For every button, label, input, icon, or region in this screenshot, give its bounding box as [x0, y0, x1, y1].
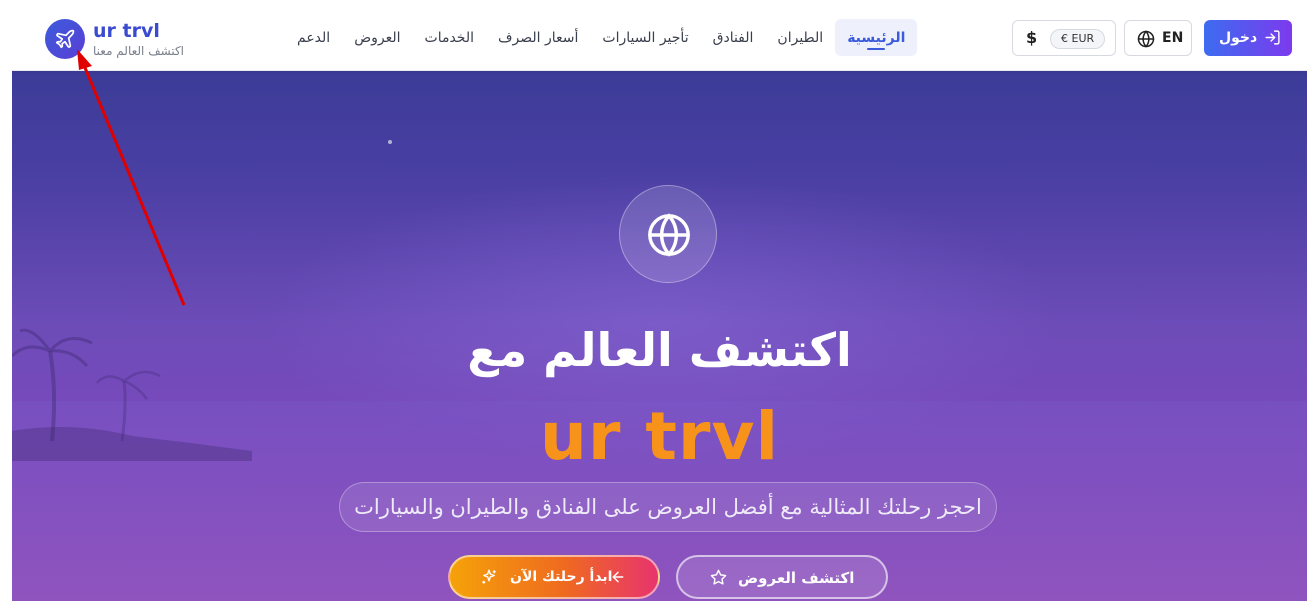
hero-section: اكتشف العالم مع ur trvl احجز رحلتك المثا… [12, 71, 1307, 601]
login-button[interactable]: دخول [1204, 20, 1292, 56]
sky-star [388, 140, 392, 144]
nav-item-hotels[interactable]: الفنادق [701, 19, 766, 56]
airplane-icon [55, 29, 75, 49]
hero-subtitle: احجز رحلتك المثالية مع أفضل العروض على ا… [339, 482, 997, 532]
hero-globe-badge [619, 185, 717, 283]
brand-name[interactable]: ur trvl [93, 20, 160, 42]
nav-item-services[interactable]: الخدمات [413, 19, 487, 56]
logo-badge[interactable] [45, 19, 85, 59]
nav-item-car-rental[interactable]: تأجير السيارات [590, 19, 700, 56]
sign-in-icon [1265, 30, 1280, 45]
main-nav: الرئيسية الطيران الفنادق تأجير السيارات … [285, 19, 918, 56]
explore-offers-label: اكتشف العروض [738, 569, 855, 587]
currency-selector[interactable]: $ € EUR [1012, 20, 1116, 56]
brand-tagline: اكتشف العالم معنا [93, 44, 184, 58]
language-selector[interactable]: EN [1124, 20, 1192, 56]
nav-item-offers[interactable]: العروض [342, 19, 412, 56]
start-trip-label: ابدأ رحلتك الآن [510, 569, 613, 585]
star-icon [710, 569, 727, 585]
sparkle-icon [482, 569, 496, 584]
nav-item-support[interactable]: الدعم [285, 19, 342, 56]
arrow-left-icon [612, 571, 624, 583]
hero-brand: ur trvl [539, 398, 780, 475]
login-label: دخول [1219, 30, 1258, 46]
globe-icon [648, 213, 690, 257]
nav-item-exchange-rates[interactable]: أسعار الصرف [486, 19, 590, 56]
globe-icon [1137, 30, 1155, 48]
currency-value: € EUR [1050, 29, 1106, 49]
top-navbar: ur trvl اكتشف العالم معنا الرئيسية الطير… [12, 6, 1307, 71]
nav-item-home[interactable]: الرئيسية [835, 19, 918, 56]
language-label: EN [1162, 30, 1184, 46]
page: ur trvl اكتشف العالم معنا الرئيسية الطير… [12, 6, 1307, 601]
hero-title: اكتشف العالم مع [467, 323, 852, 377]
explore-offers-button[interactable]: اكتشف العروض [676, 555, 888, 599]
start-trip-button[interactable]: ابدأ رحلتك الآن [448, 555, 660, 599]
dollar-icon: $ [1026, 28, 1038, 47]
nav-item-flights[interactable]: الطيران [765, 19, 835, 56]
